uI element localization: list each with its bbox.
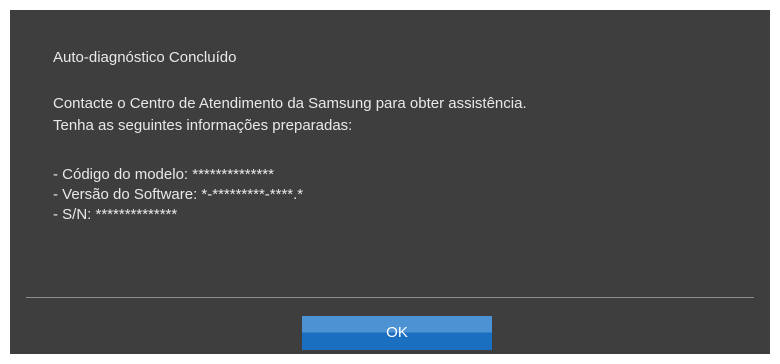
dialog-message: Contacte o Centro de Atendimento da Sams… xyxy=(53,93,527,137)
message-line-prepare: Tenha as seguintes informações preparada… xyxy=(53,117,353,134)
divider xyxy=(26,297,754,298)
info-row-serial-number: - S/N: ************** xyxy=(53,206,178,223)
self-diagnosis-dialog: Auto-diagnóstico Concluído Contacte o Ce… xyxy=(10,10,770,354)
dialog-title: Auto-diagnóstico Concluído xyxy=(53,49,237,66)
ok-button[interactable]: OK xyxy=(302,316,492,350)
info-row-model-code: - Código do modelo: ************** xyxy=(53,166,274,183)
info-list: - Código do modelo: ************** - Ver… xyxy=(53,165,303,225)
message-line-contact: Contacte o Centro de Atendimento da Sams… xyxy=(53,95,527,112)
info-row-software-version: - Versão do Software: *-*********-****.* xyxy=(53,186,304,203)
